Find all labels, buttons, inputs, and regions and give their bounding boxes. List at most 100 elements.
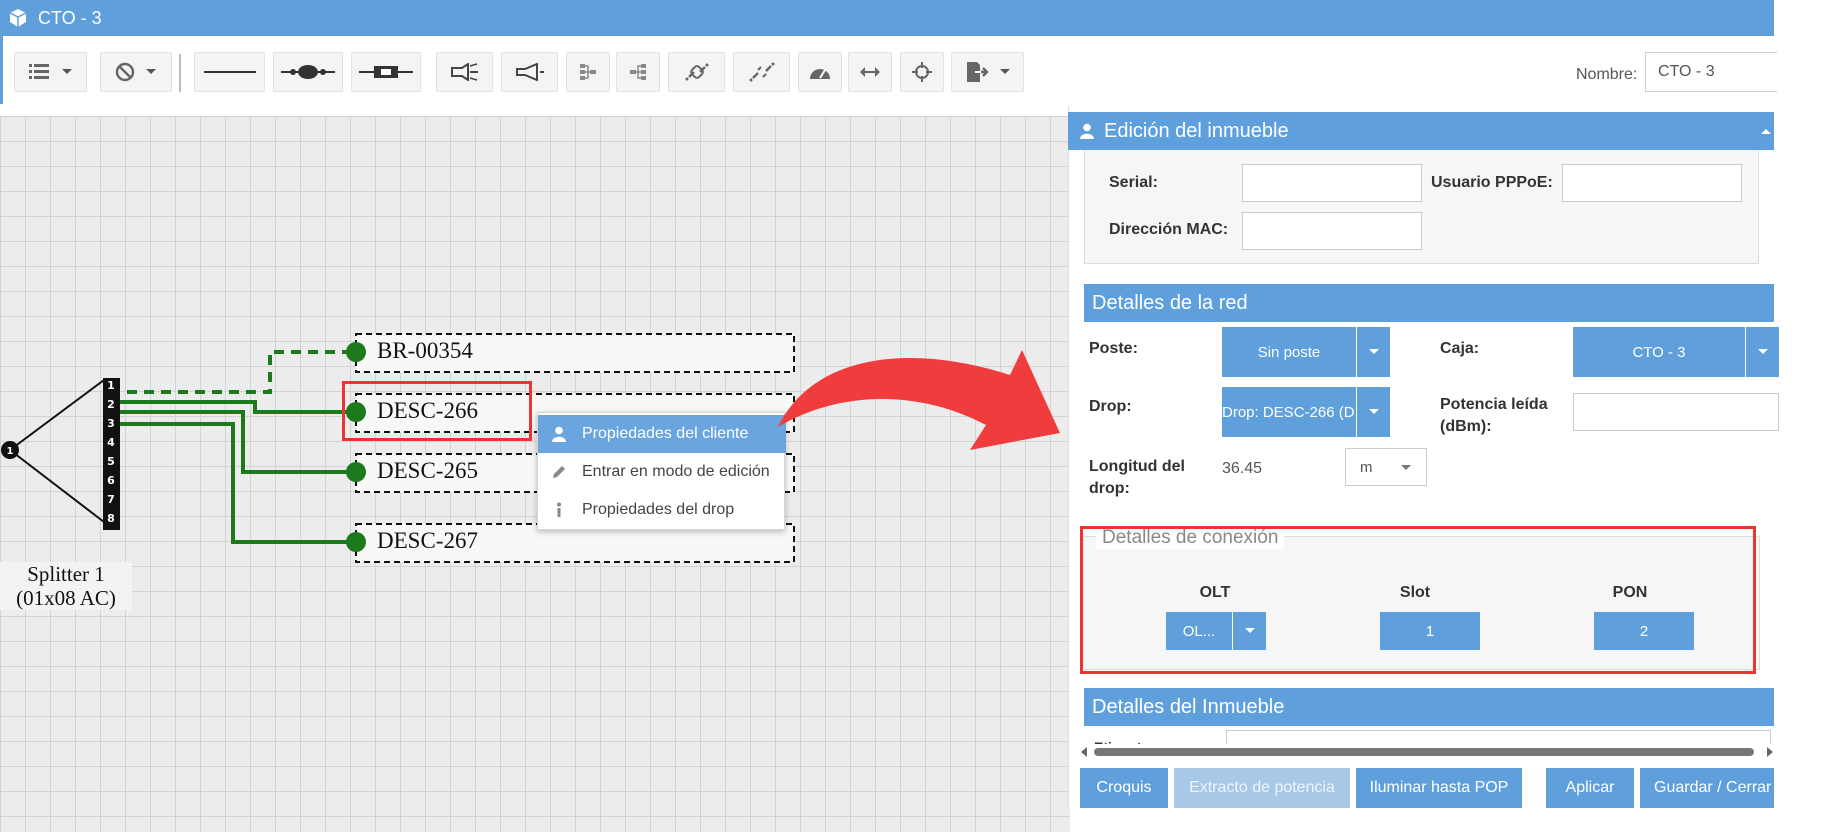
fiber-diagram: 1 2 3 4 5 6 7 8 1 xyxy=(1,333,795,563)
splitter-label: Splitter 1 (01x08 AC) xyxy=(0,562,132,610)
chevron-down-icon xyxy=(1745,327,1779,377)
scroll-left-icon[interactable] xyxy=(1080,746,1088,758)
app-window: { "window": { "title": "CTO - 3", "icon"… xyxy=(0,0,1833,832)
gauge-icon xyxy=(810,69,830,79)
section-title: Detalles de la red xyxy=(1092,291,1248,314)
splitter-port-2: 2 xyxy=(107,398,115,411)
list-menu-button[interactable] xyxy=(14,52,87,92)
fiber-link-desc-267[interactable] xyxy=(110,422,356,544)
splitter-edge-bottom xyxy=(9,449,105,523)
power-read-label-line1: Potencia leída xyxy=(1440,396,1548,413)
pppoe-user-label: Usuario PPPoE: xyxy=(1431,174,1553,191)
splice-button[interactable] xyxy=(273,52,343,92)
link-button[interactable] xyxy=(668,52,725,92)
splitter-label-line2: (01x08 AC) xyxy=(16,586,116,610)
drop-dot-desc-267[interactable] xyxy=(346,532,366,552)
name-input[interactable]: CTO - 3 xyxy=(1645,52,1777,92)
name-label: Nombre: xyxy=(1576,66,1638,83)
horizontal-scrollbar[interactable] xyxy=(1080,744,1774,760)
pointer-arrow-icon xyxy=(778,350,1060,450)
export-menu-button[interactable] xyxy=(951,52,1024,92)
connector-button[interactable] xyxy=(351,52,421,92)
power-read-label-line2: (dBm): xyxy=(1440,418,1492,435)
sketch-button[interactable]: Croquis xyxy=(1080,768,1168,808)
menu-item-label: Propiedades del drop xyxy=(582,501,735,518)
length-unit-select[interactable]: m xyxy=(1345,448,1427,486)
pencil-icon xyxy=(550,463,568,481)
draw-line-button[interactable] xyxy=(194,52,265,92)
toolbar: Nombre: CTO - 3 xyxy=(0,36,1777,104)
info-icon xyxy=(550,501,568,519)
block-menu-button[interactable] xyxy=(100,52,172,92)
drop-length-label-line1: Longitud del xyxy=(1089,458,1185,475)
measure-button[interactable] xyxy=(848,52,892,92)
section-header-property-details[interactable]: Detalles del Inmueble xyxy=(1084,688,1774,726)
poste-value: Sin poste xyxy=(1257,343,1321,361)
flashlight-button[interactable] xyxy=(436,52,493,92)
property-details-body: Etiqueta xyxy=(1084,726,1774,746)
serial-label: Serial: xyxy=(1109,174,1158,191)
drop-label: Drop: xyxy=(1089,398,1132,415)
context-menu: Propiedades del cliente Entrar en modo d… xyxy=(537,412,786,530)
mac-address-input[interactable] xyxy=(1242,212,1422,250)
chevron-down-icon xyxy=(999,69,1010,74)
tree-left-button[interactable] xyxy=(566,52,610,92)
cube-icon xyxy=(9,9,27,27)
unlink-button[interactable] xyxy=(733,52,790,92)
user-icon xyxy=(1080,123,1094,139)
splice-icon xyxy=(281,65,335,79)
drop-label-br-00354[interactable]: BR-00354 xyxy=(377,338,473,364)
menu-item-drop-properties[interactable]: Propiedades del drop xyxy=(538,491,786,529)
chevron-down-icon xyxy=(1356,327,1390,377)
drop-length-label: Longitud del drop: xyxy=(1089,456,1185,500)
diagram-canvas[interactable]: 1 2 3 4 5 6 7 8 1 BR-00354 DESC-266 DESC… xyxy=(0,116,1070,832)
chevron-down-icon xyxy=(1356,387,1390,437)
illuminate-to-pop-button[interactable]: Iluminar hasta POP xyxy=(1356,768,1522,808)
window-title: CTO - 3 xyxy=(38,7,102,28)
drop-dot-desc-265[interactable] xyxy=(346,462,366,482)
apply-button[interactable]: Aplicar xyxy=(1546,768,1634,808)
section-header-property-edit[interactable]: Edición del inmueble xyxy=(1068,112,1774,150)
power-read-label: Potencia leída (dBm): xyxy=(1440,394,1548,438)
section-header-network[interactable]: Detalles de la red xyxy=(1084,284,1774,322)
connector-icon xyxy=(359,66,413,78)
export-icon xyxy=(966,62,989,82)
section-title: Edición del inmueble xyxy=(1104,119,1289,142)
chevron-up-icon[interactable] xyxy=(1760,127,1772,135)
tree-right-button[interactable] xyxy=(616,52,660,92)
splitter-port-8: 8 xyxy=(107,512,115,525)
poste-dropdown[interactable]: Sin poste xyxy=(1222,327,1390,377)
mac-address-label: Dirección MAC: xyxy=(1109,221,1229,238)
drop-label-desc-267[interactable]: DESC-267 xyxy=(377,528,478,554)
scrollbar-thumb[interactable] xyxy=(1094,748,1754,756)
megaphone-button[interactable] xyxy=(501,52,558,92)
splitter-port-4: 4 xyxy=(107,436,115,449)
serial-input[interactable] xyxy=(1242,164,1422,202)
save-close-button[interactable]: Guardar / Cerrar xyxy=(1640,768,1774,808)
power-read-input[interactable] xyxy=(1573,393,1779,431)
caja-dropdown[interactable]: CTO - 3 xyxy=(1573,327,1779,377)
power-extract-button[interactable]: Extracto de potencia xyxy=(1174,768,1350,808)
list-icon xyxy=(28,64,49,79)
splitter-input-label: 1 xyxy=(7,446,14,457)
chevron-down-icon xyxy=(61,69,72,74)
menu-item-client-properties[interactable]: Propiedades del cliente xyxy=(538,415,786,453)
gauge-button[interactable] xyxy=(798,52,842,92)
fiber-link-br-00354[interactable] xyxy=(110,350,356,394)
menu-item-label: Entrar en modo de edición xyxy=(582,463,770,480)
chevron-down-icon xyxy=(1401,465,1411,470)
line-icon xyxy=(203,71,256,73)
center-button[interactable] xyxy=(900,52,944,92)
section-title: Detalles del Inmueble xyxy=(1092,695,1285,718)
scroll-right-icon[interactable] xyxy=(1766,746,1774,758)
link-icon xyxy=(685,63,708,81)
drop-dot-br-00354[interactable] xyxy=(346,342,366,362)
splitter-edge-top xyxy=(9,379,105,451)
drop-dropdown[interactable]: Drop: DESC-266 (D... xyxy=(1222,387,1390,437)
user-icon xyxy=(550,425,568,443)
pppoe-user-input[interactable] xyxy=(1562,164,1742,202)
splitter-port-6: 6 xyxy=(107,474,115,487)
flashlight-icon xyxy=(450,63,478,81)
drop-label-desc-265[interactable]: DESC-265 xyxy=(377,458,478,484)
menu-item-edit-mode[interactable]: Entrar en modo de edición xyxy=(538,453,786,491)
